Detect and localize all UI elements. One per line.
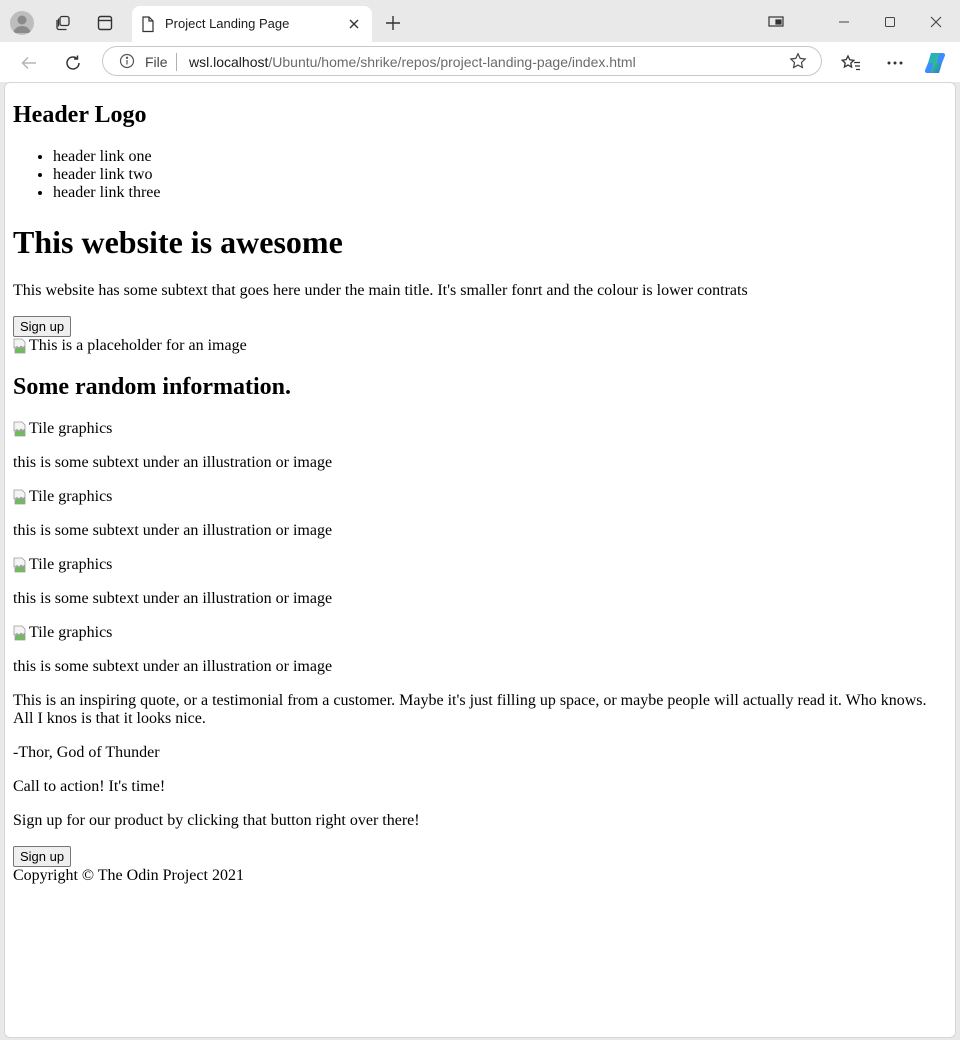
- hero-subtext: This website has some subtext that goes …: [13, 282, 748, 299]
- landing-page: Header Logo header link one header link …: [5, 101, 955, 885]
- info-tile: Tile graphics this is some subtext under…: [13, 488, 947, 540]
- favorites-icon[interactable]: [838, 50, 864, 76]
- address-scheme-label: File: [145, 54, 168, 70]
- tile-image-placeholder: Tile graphics: [13, 624, 947, 642]
- copilot-icon[interactable]: [922, 50, 948, 76]
- new-tab-icon[interactable]: [382, 12, 404, 34]
- reload-icon[interactable]: [60, 50, 86, 76]
- tile-image-alt: Tile graphics: [29, 624, 113, 641]
- broken-image-icon: [13, 557, 28, 573]
- browser-titlebar: Project Landing Page: [0, 0, 960, 44]
- site-info-icon[interactable]: [119, 53, 135, 69]
- tile-image-alt: Tile graphics: [29, 488, 113, 505]
- cta-text: Sign up for our product by clicking that…: [13, 812, 420, 829]
- split-screen-icon[interactable]: [754, 8, 798, 36]
- address-path: /Ubuntu/home/shrike/repos/project-landin…: [268, 54, 636, 70]
- tile-image-placeholder: Tile graphics: [13, 488, 947, 506]
- cta-signup-button[interactable]: Sign up: [13, 846, 72, 867]
- hero-image-alt: This is a placeholder for an image: [29, 337, 247, 354]
- tile-image-alt: Tile graphics: [29, 420, 113, 437]
- address-separator: [176, 53, 177, 71]
- hero-image-placeholder: This is a placeholder for an image: [13, 337, 947, 355]
- address-url[interactable]: wsl.localhost/Ubuntu/home/shrike/repos/p…: [189, 54, 636, 70]
- tile-image-placeholder: Tile graphics: [13, 420, 947, 438]
- minimize-icon[interactable]: [822, 8, 866, 36]
- header-links: header link one header link two header l…: [13, 148, 947, 202]
- more-options-icon[interactable]: [882, 50, 908, 76]
- header-logo: Header Logo: [13, 102, 147, 128]
- favorite-star-icon[interactable]: [789, 52, 807, 70]
- quote-text: This is an inspiring quote, or a testimo…: [13, 692, 927, 727]
- broken-image-icon: [13, 421, 28, 437]
- header-link-three[interactable]: header link three: [53, 184, 947, 202]
- profile-avatar-icon[interactable]: [10, 11, 34, 35]
- cta-title: Call to action! It's time!: [13, 778, 166, 795]
- broken-image-icon: [13, 489, 28, 505]
- footer-copyright: Copyright © The Odin Project 2021: [13, 867, 244, 884]
- tile-image-alt: Tile graphics: [29, 556, 113, 573]
- broken-image-icon: [13, 338, 28, 354]
- tile-subtext: this is some subtext under an illustrati…: [13, 658, 333, 675]
- tile-image-placeholder: Tile graphics: [13, 556, 947, 574]
- hero-signup-button[interactable]: Sign up: [13, 316, 72, 337]
- address-host: wsl.localhost: [189, 54, 269, 70]
- hero-title: This website is awesome: [13, 224, 343, 260]
- broken-image-icon: [13, 625, 28, 641]
- close-window-icon[interactable]: [914, 8, 958, 36]
- header-link-one[interactable]: header link one: [53, 148, 947, 166]
- address-bar[interactable]: File wsl.localhost/Ubuntu/home/shrike/re…: [102, 46, 822, 76]
- info-tile: Tile graphics this is some subtext under…: [13, 556, 947, 608]
- tab-title: Project Landing Page: [165, 16, 290, 31]
- tile-subtext: this is some subtext under an illustrati…: [13, 522, 333, 539]
- tile-subtext: this is some subtext under an illustrati…: [13, 454, 333, 471]
- info-tile: Tile graphics this is some subtext under…: [13, 624, 947, 676]
- header-link-two[interactable]: header link two: [53, 166, 947, 184]
- browser-toolbar: File wsl.localhost/Ubuntu/home/shrike/re…: [0, 42, 960, 82]
- back-arrow-icon[interactable]: [16, 50, 42, 76]
- page-viewport: Header Logo header link one header link …: [4, 82, 956, 1038]
- workspaces-icon[interactable]: [50, 10, 76, 36]
- maximize-icon[interactable]: [868, 8, 912, 36]
- info-heading: Some random information.: [13, 374, 291, 400]
- vertical-tabs-icon[interactable]: [92, 10, 118, 36]
- page-file-icon: [141, 16, 155, 37]
- quote-author: -Thor, God of Thunder: [13, 744, 160, 761]
- info-tile: Tile graphics this is some subtext under…: [13, 420, 947, 472]
- close-tab-icon[interactable]: [346, 16, 362, 32]
- browser-tab-active[interactable]: Project Landing Page: [132, 6, 372, 44]
- tile-subtext: this is some subtext under an illustrati…: [13, 590, 333, 607]
